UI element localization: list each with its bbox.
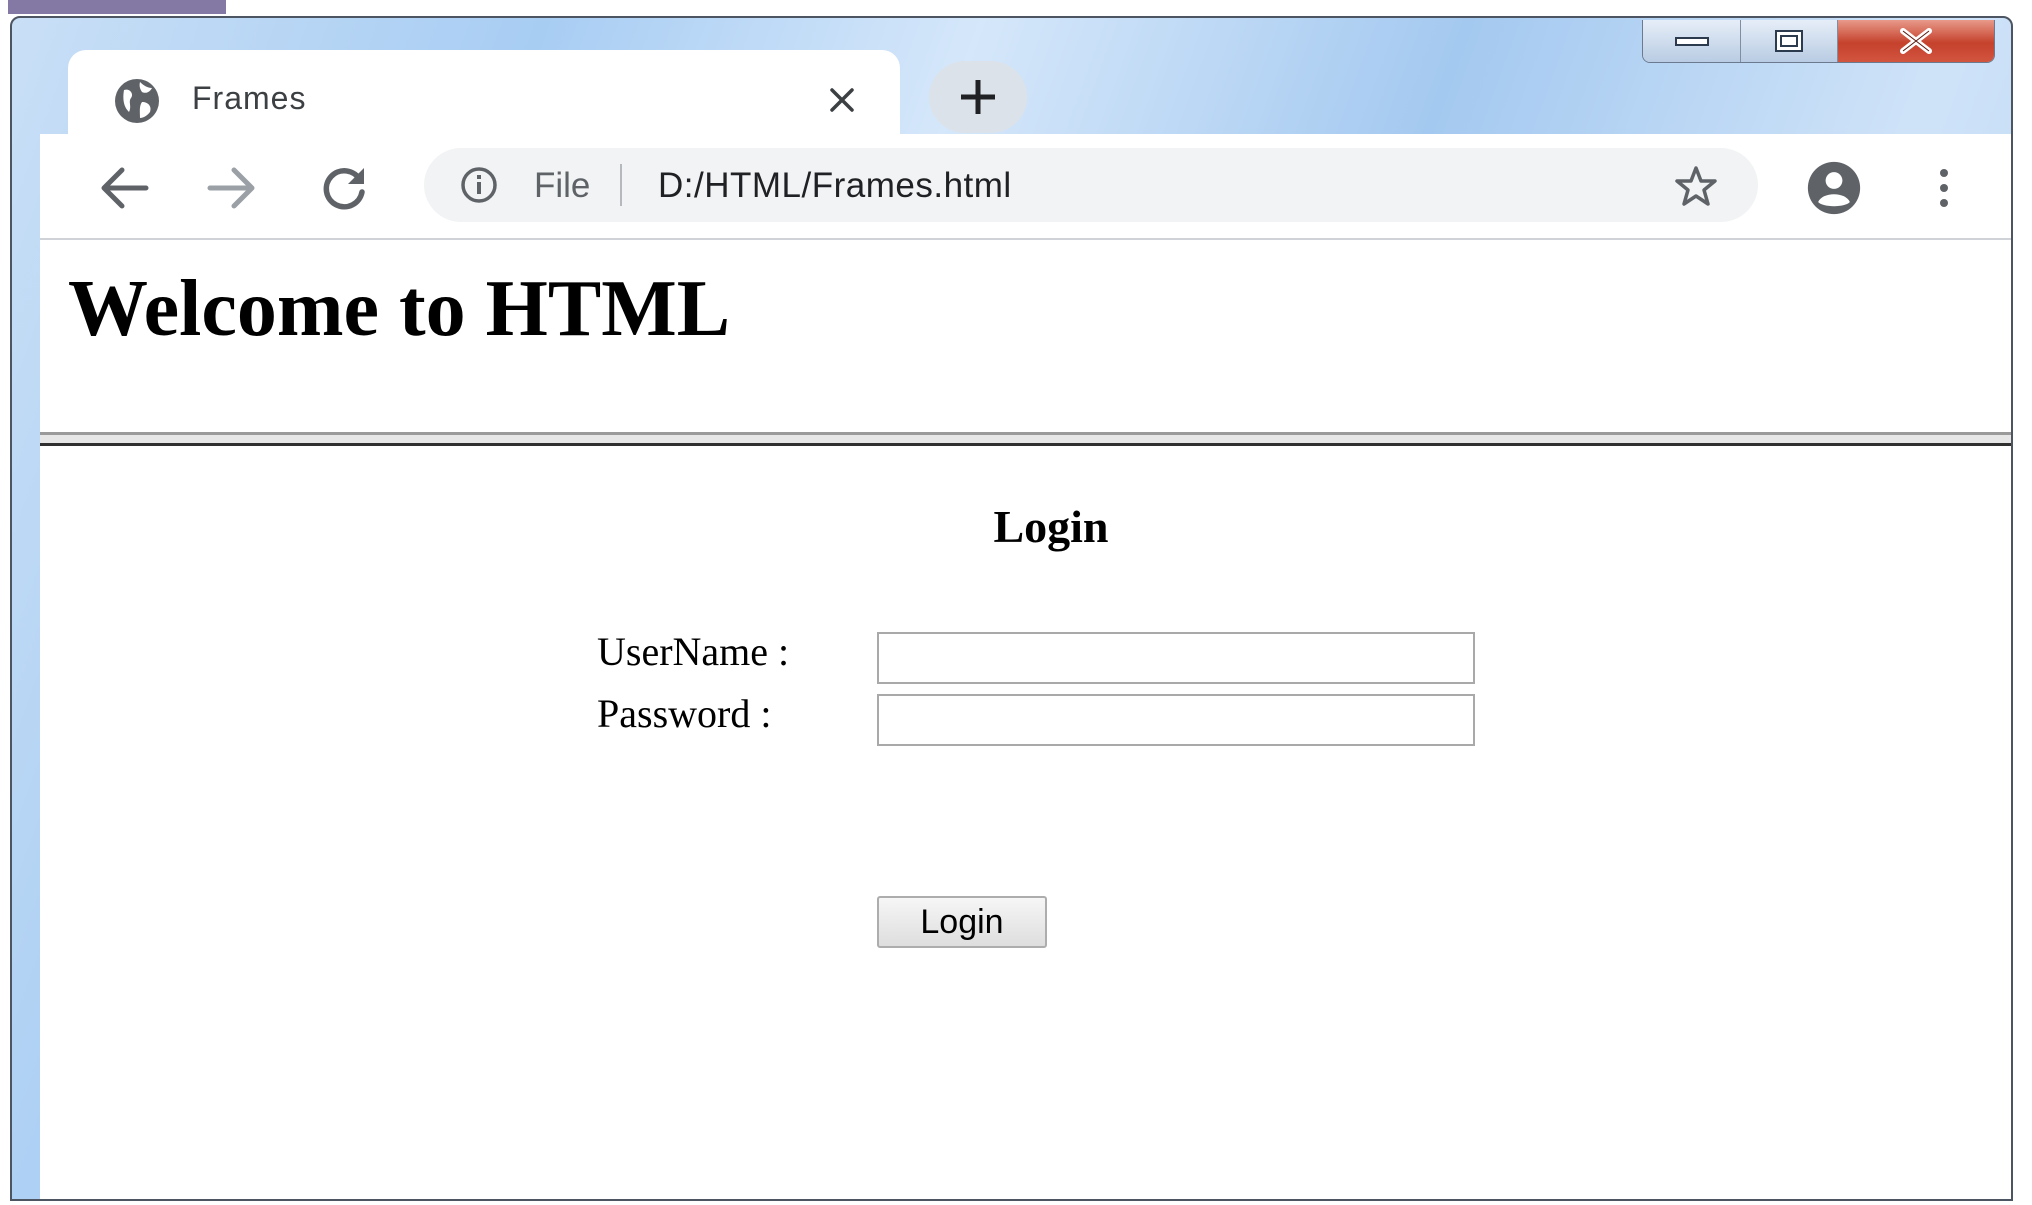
menu-button[interactable] (1916, 160, 1972, 216)
bottom-frame: Login UserName : Password : Login (40, 446, 2011, 1199)
star-icon[interactable] (1674, 164, 1718, 208)
window-controls (1642, 20, 1995, 63)
forward-button[interactable] (204, 160, 260, 216)
tab-title: Frames (192, 80, 307, 116)
url-text[interactable]: D:/HTML/Frames.html (658, 166, 1012, 206)
reload-icon (323, 168, 365, 210)
page-viewport: Welcome to HTML Login UserName : Passwor… (40, 240, 2011, 1199)
browser-toolbar: File D:/HTML/Frames.html (40, 134, 2011, 240)
username-field[interactable] (877, 632, 1475, 684)
minimize-icon (1674, 37, 1709, 46)
frame-divider[interactable] (40, 432, 2011, 446)
profile-button[interactable] (1806, 160, 1862, 216)
page-title: Welcome to HTML (68, 265, 731, 353)
login-button[interactable]: Login (877, 896, 1047, 948)
address-bar[interactable]: File D:/HTML/Frames.html (424, 148, 1758, 222)
browser-window: Frames File D:/HTML/Frames.html Welcome … (10, 16, 2013, 1201)
globe-icon (115, 79, 159, 123)
minimize-button[interactable] (1643, 20, 1740, 62)
maximize-icon (1775, 30, 1803, 52)
forward-arrow-icon (207, 167, 255, 209)
new-tab-button[interactable] (929, 61, 1027, 133)
top-frame: Welcome to HTML (40, 240, 2011, 432)
new-tab-icon (961, 80, 995, 114)
menu-dots-icon (1940, 169, 1948, 207)
address-separator (620, 164, 622, 206)
back-button[interactable] (96, 160, 152, 216)
scheme-label: File (534, 166, 591, 205)
login-heading: Login (993, 501, 1109, 552)
maximize-button[interactable] (1740, 20, 1837, 62)
close-icon (1900, 28, 1932, 54)
back-arrow-icon (101, 167, 149, 209)
account-icon (1807, 161, 1861, 215)
password-field[interactable] (877, 694, 1475, 746)
password-label: Password : (597, 691, 772, 736)
corner-badge (8, 0, 226, 14)
close-window-button[interactable] (1837, 20, 1994, 62)
info-icon[interactable] (460, 166, 498, 204)
username-label: UserName : (597, 629, 790, 674)
reload-button[interactable] (316, 160, 372, 216)
tab-close-icon[interactable] (824, 82, 860, 118)
